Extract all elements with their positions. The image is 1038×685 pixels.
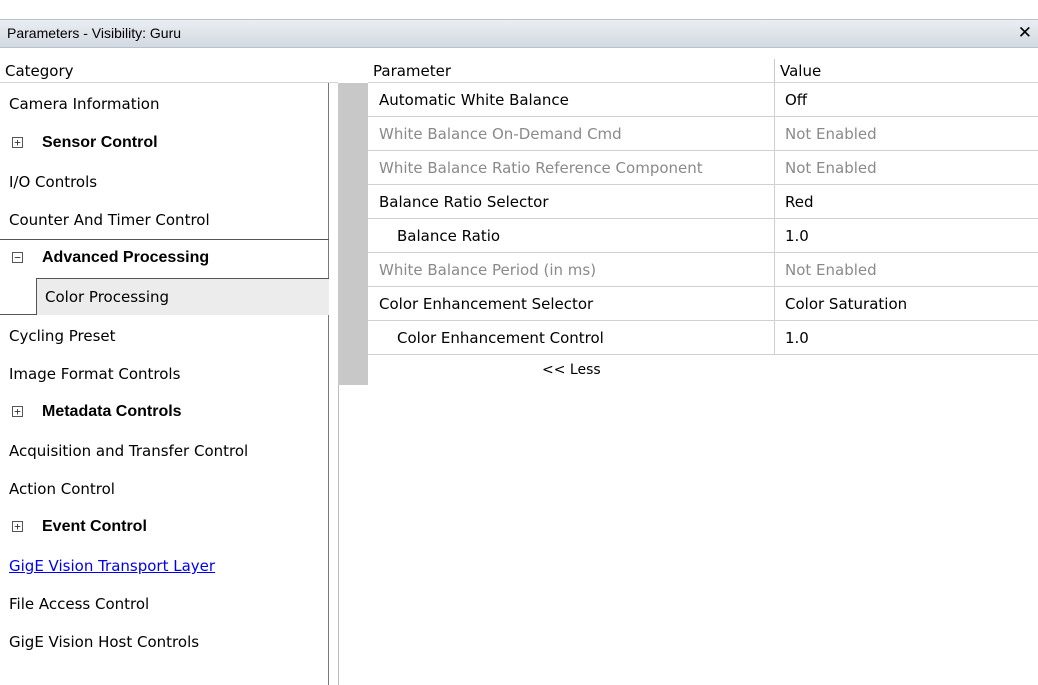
param-value: Not Enabled [785,159,877,177]
window-title-bar: Parameters - Visibility: Guru ✕ [0,19,1038,48]
category-label: GigE Vision Host Controls [9,633,200,651]
category-column-header[interactable]: Category [0,59,338,83]
category-label: Counter And Timer Control [9,211,210,229]
param-value[interactable]: Color Saturation [785,287,907,321]
row-gutter [338,83,368,385]
cell-divider [774,253,775,287]
category-event-control[interactable]: + Event Control [0,508,329,546]
parameter-column-header[interactable]: Parameter [368,59,774,83]
param-value[interactable]: Red [785,185,814,219]
category-file-access-control[interactable]: File Access Control [0,585,329,623]
cell-divider [774,287,775,321]
param-row-white-balance-on-demand-cmd[interactable]: White Balance On-Demand Cmd Not Enabled [368,117,1038,151]
category-color-processing[interactable]: Color Processing [36,278,329,315]
param-value[interactable]: Off [785,83,807,117]
category-label: File Access Control [9,595,150,613]
category-header-label: Category [5,62,74,80]
param-value: Not Enabled [785,125,877,143]
less-button[interactable]: << Less [542,360,601,380]
param-row-balance-ratio-selector[interactable]: Balance Ratio Selector Red [368,185,1038,219]
category-label: Sensor Control [42,134,158,151]
param-name: White Balance Period (in ms) [379,261,597,279]
cell-divider [774,117,775,151]
category-label: Event Control [42,518,147,535]
param-row-color-enhancement-selector[interactable]: Color Enhancement Selector Color Saturat… [368,287,1038,321]
category-gige-vision-transport-layer[interactable]: GigE Vision Transport Layer [0,547,329,585]
window-title: Parameters - Visibility: Guru [7,25,182,41]
parameter-header-label: Parameter [373,62,452,80]
param-row-balance-ratio[interactable]: Balance Ratio 1.0 [368,219,1038,253]
category-gige-vision-host-controls[interactable]: GigE Vision Host Controls [0,623,329,661]
category-camera-information[interactable]: Camera Information [0,85,329,123]
collapse-icon[interactable]: − [12,252,23,263]
expand-icon[interactable]: + [12,406,23,417]
param-name: Balance Ratio Selector [379,193,549,211]
param-name: Color Enhancement Selector [379,295,594,313]
category-cycling-preset[interactable]: Cycling Preset [0,317,329,355]
value-header-label: Value [780,62,822,80]
category-advanced-processing[interactable]: − Advanced Processing [0,239,329,277]
category-link-label[interactable]: GigE Vision Transport Layer [9,547,215,585]
category-label: Acquisition and Transfer Control [9,442,249,460]
expand-icon[interactable]: + [12,137,23,148]
param-name: White Balance Ratio Reference Component [379,159,703,177]
param-row-automatic-white-balance[interactable]: Automatic White Balance Off [368,83,1038,117]
value-column-header[interactable]: Value [775,59,1038,83]
param-name: White Balance On-Demand Cmd [379,125,622,143]
category-acquisition-and-transfer-control[interactable]: Acquisition and Transfer Control [0,432,329,470]
category-label: Color Processing [45,288,170,306]
param-row-white-balance-ratio-reference-component[interactable]: White Balance Ratio Reference Component … [368,151,1038,185]
category-counter-and-timer-control[interactable]: Counter And Timer Control [0,201,329,239]
cell-divider [774,83,775,117]
category-label: Cycling Preset [9,327,116,345]
param-value[interactable]: 1.0 [785,321,809,355]
expand-icon[interactable]: + [12,521,23,532]
cell-divider [774,219,775,253]
category-label: Metadata Controls [42,403,182,420]
param-value[interactable]: 1.0 [785,219,809,253]
cell-divider [774,321,775,355]
cell-divider [774,151,775,185]
category-label: Advanced Processing [42,249,210,266]
param-row-white-balance-period[interactable]: White Balance Period (in ms) Not Enabled [368,253,1038,287]
category-io-controls[interactable]: I/O Controls [0,163,329,201]
cell-divider [774,185,775,219]
param-row-color-enhancement-control[interactable]: Color Enhancement Control 1.0 [368,321,1038,355]
category-label: Image Format Controls [9,365,181,383]
category-label: Action Control [9,480,115,498]
category-action-control[interactable]: Action Control [0,470,329,508]
param-name: Balance Ratio [397,227,501,245]
close-icon[interactable]: ✕ [1018,23,1032,43]
param-value: Not Enabled [785,261,877,279]
param-name: Color Enhancement Control [397,329,604,347]
category-label: Camera Information [9,95,160,113]
category-label: I/O Controls [9,173,98,191]
param-name: Automatic White Balance [379,91,569,109]
category-sensor-control[interactable]: + Sensor Control [0,124,329,162]
category-metadata-controls[interactable]: + Metadata Controls [0,393,329,431]
category-image-format-controls[interactable]: Image Format Controls [0,355,329,393]
